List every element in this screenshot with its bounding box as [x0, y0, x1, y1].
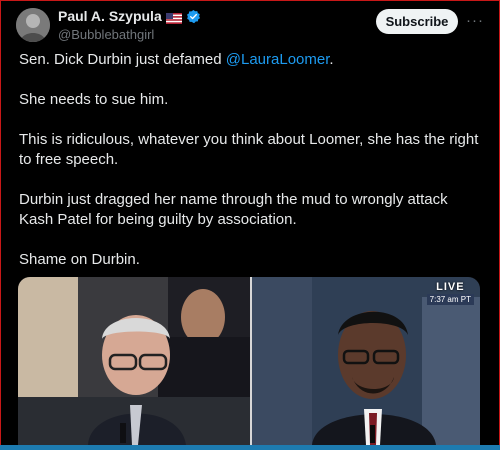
media-image[interactable]: LIVE 7:37 am PT [18, 277, 480, 445]
author-handle[interactable]: @Bubblebathgirl [58, 27, 154, 42]
author-name[interactable]: Paul A. Szypula [58, 8, 162, 24]
tweet-line1-pre: Sen. Dick Durbin just defamed [19, 51, 226, 68]
tweet-text: Sen. Dick Durbin just defamed @LauraLoom… [19, 50, 484, 290]
tweet-paragraph-4: Durbin just dragged her name through the… [19, 191, 448, 228]
bottom-edge [0, 445, 500, 450]
us-flag-icon [165, 11, 182, 24]
tweet-line1-post: . [329, 51, 334, 68]
author-row: Paul A. Szypula [58, 8, 201, 24]
verified-badge-icon[interactable] [186, 9, 201, 24]
more-options-icon[interactable]: ··· [465, 10, 485, 30]
tweet-paragraph-3: This is ridiculous, whatever you think a… [19, 131, 479, 168]
live-label: LIVE [436, 281, 465, 293]
tweet-paragraph-1: Sen. Dick Durbin just defamed @LauraLoom… [19, 50, 484, 70]
tweet-paragraph-2: She needs to sue him. [19, 91, 169, 108]
tweet-paragraph-5: Shame on Durbin. [19, 251, 140, 268]
live-time: 7:37 am PT [426, 294, 474, 305]
live-indicator: LIVE 7:37 am PT [426, 281, 474, 305]
media-left-panel [18, 277, 250, 445]
subscribe-button[interactable]: Subscribe [376, 9, 458, 34]
media-right-panel: LIVE 7:37 am PT [252, 277, 480, 445]
mention-link[interactable]: @LauraLoomer [226, 51, 330, 68]
avatar[interactable] [16, 8, 50, 42]
